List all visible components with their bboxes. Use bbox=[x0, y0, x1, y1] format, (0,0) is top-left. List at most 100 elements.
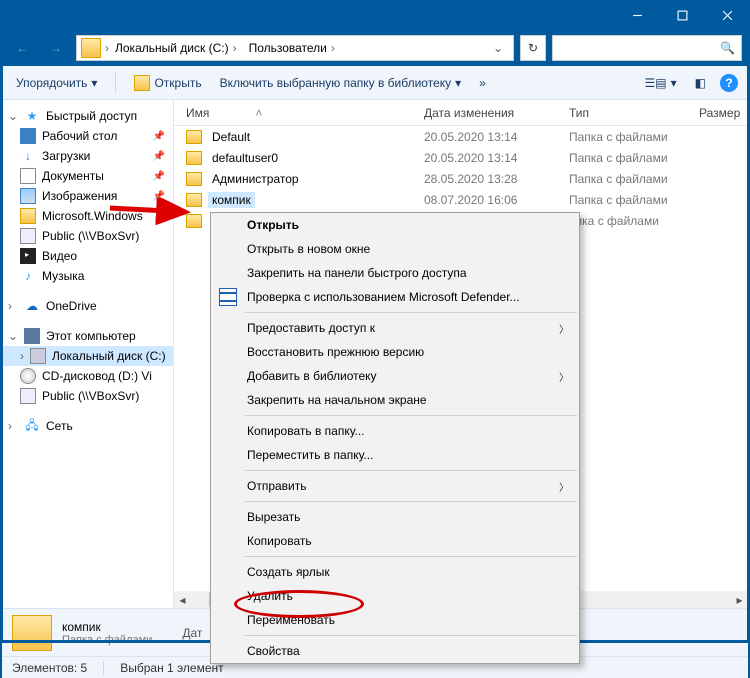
back-button[interactable]: ← bbox=[8, 34, 36, 62]
status-selected-count: Выбран 1 элемент bbox=[120, 661, 223, 675]
sidebar-item-downloads[interactable]: ↓ Загрузки 📌 bbox=[2, 146, 173, 166]
table-row[interactable]: defaultuser0 20.05.2020 13:14 Папка с фа… bbox=[174, 147, 748, 168]
network-folder-icon bbox=[20, 228, 36, 244]
search-input[interactable]: 🔍 bbox=[552, 35, 742, 61]
toolbar-overflow[interactable]: » bbox=[475, 74, 490, 92]
command-toolbar: Упорядочить ▾ Открыть Включить выбранную… bbox=[2, 66, 748, 100]
sidebar-item-music[interactable]: ♪Музыка bbox=[2, 266, 173, 286]
open-button[interactable]: Открыть bbox=[130, 73, 205, 93]
file-type: Папка с файлами bbox=[569, 130, 699, 144]
table-row-selected[interactable]: компик 08.07.2020 16:06 Папка с файлами bbox=[174, 189, 748, 210]
file-name: Администратор bbox=[208, 171, 303, 187]
column-header-name[interactable]: Имя˄ bbox=[174, 106, 424, 120]
ctx-give-access[interactable]: Предоставить доступ к〉 bbox=[211, 316, 579, 340]
help-button[interactable]: ? bbox=[720, 74, 738, 92]
documents-icon bbox=[20, 168, 36, 184]
scroll-left-arrow[interactable]: ◂ bbox=[174, 591, 191, 608]
preview-pane-button[interactable]: ◧ bbox=[691, 74, 710, 92]
ctx-open-new-window[interactable]: Открыть в новом окне bbox=[211, 237, 579, 261]
organize-label: Упорядочить bbox=[16, 76, 87, 90]
column-label: Тип bbox=[569, 106, 589, 120]
refresh-button[interactable]: ↻ bbox=[520, 35, 546, 61]
ctx-restore-previous[interactable]: Восстановить прежнюю версию bbox=[211, 340, 579, 364]
breadcrumb-dropdown[interactable]: ⌄ bbox=[487, 41, 509, 55]
scroll-right-arrow[interactable]: ▸ bbox=[731, 591, 748, 608]
close-button[interactable] bbox=[705, 0, 750, 30]
network-drive-icon bbox=[20, 388, 36, 404]
pictures-icon bbox=[20, 188, 36, 204]
sidebar-label: Локальный диск (C:) bbox=[52, 349, 166, 363]
organize-menu[interactable]: Упорядочить ▾ bbox=[12, 74, 101, 92]
sidebar-item-cd-drive[interactable]: CD-дисковод (D:) Vi bbox=[2, 366, 173, 386]
breadcrumb-segment[interactable]: Локальный диск (C:)› bbox=[109, 36, 243, 60]
chevron-down-icon: ▾ bbox=[91, 76, 97, 90]
chevron-down-icon: ▾ bbox=[455, 76, 461, 90]
breadcrumb-bar[interactable]: › Локальный диск (C:)› Пользователи› ⌄ bbox=[76, 35, 514, 61]
separator bbox=[115, 73, 116, 93]
ctx-rename[interactable]: Переименовать bbox=[211, 608, 579, 632]
cd-icon bbox=[20, 368, 36, 384]
ctx-cut[interactable]: Вырезать bbox=[211, 505, 579, 529]
chevron-right-icon: 〉 bbox=[559, 479, 569, 494]
window-titlebar bbox=[0, 0, 750, 30]
column-header-type[interactable]: Тип bbox=[569, 106, 699, 120]
ctx-add-to-library[interactable]: Добавить в библиотеку 〉 bbox=[211, 364, 579, 388]
details-name: компик bbox=[62, 620, 152, 634]
pin-icon: 📌 bbox=[153, 171, 165, 182]
ctx-label: Открыть в новом окне bbox=[247, 242, 370, 256]
include-library-menu[interactable]: Включить выбранную папку в библиотеку ▾ bbox=[216, 74, 466, 92]
sidebar-label: Изображения bbox=[42, 189, 117, 203]
ctx-label: Добавить в библиотеку bbox=[247, 369, 377, 383]
sidebar-item-videos[interactable]: Видео bbox=[2, 246, 173, 266]
defender-icon bbox=[219, 288, 237, 306]
ctx-pin-quick-access[interactable]: Закрепить на панели быстрого доступа bbox=[211, 261, 579, 285]
sidebar-item-desktop[interactable]: Рабочий стол📌 bbox=[2, 126, 173, 146]
ctx-defender-scan[interactable]: Проверка с использованием Microsoft Defe… bbox=[211, 285, 579, 309]
ctx-open[interactable]: Открыть bbox=[211, 213, 579, 237]
column-header-size[interactable]: Размер bbox=[699, 106, 748, 120]
column-label: Размер bbox=[699, 106, 740, 120]
ctx-move-to-folder[interactable]: Переместить в папку... bbox=[211, 443, 579, 467]
sidebar-item-network-drive[interactable]: Public (\\VBoxSvr) bbox=[2, 386, 173, 406]
view-options-menu[interactable]: ☰▤ ▾ bbox=[641, 74, 681, 92]
downloads-icon: ↓ bbox=[20, 148, 36, 164]
sidebar-label: OneDrive bbox=[46, 299, 97, 313]
breadcrumb-segment[interactable]: Пользователи› bbox=[243, 36, 341, 60]
ctx-label: Проверка с использованием Microsoft Defe… bbox=[247, 290, 520, 304]
annotation-arrow bbox=[108, 198, 198, 228]
ctx-delete[interactable]: Удалить bbox=[211, 584, 579, 608]
maximize-button[interactable] bbox=[660, 0, 705, 30]
chevron-right-icon: › bbox=[233, 41, 237, 55]
sidebar-quick-access[interactable]: ⌄★Быстрый доступ bbox=[2, 106, 173, 126]
sidebar-this-pc[interactable]: ⌄Этот компьютер bbox=[2, 326, 173, 346]
sidebar-item-documents[interactable]: Документы📌 bbox=[2, 166, 173, 186]
table-row[interactable]: Администратор 28.05.2020 13:28 Папка с ф… bbox=[174, 168, 748, 189]
sidebar-network[interactable]: ›🖧Сеть bbox=[2, 416, 173, 436]
chevron-right-icon: 〉 bbox=[559, 369, 569, 384]
ctx-label: Восстановить прежнюю версию bbox=[247, 345, 424, 359]
pin-icon: 📌 bbox=[153, 151, 165, 162]
ctx-pin-to-start[interactable]: Закрепить на начальном экране bbox=[211, 388, 579, 412]
details-type: Папка с файлами bbox=[62, 634, 152, 646]
navigation-bar: ← → › Локальный диск (C:)› Пользователи›… bbox=[0, 30, 750, 66]
context-menu: Открыть Открыть в новом окне Закрепить н… bbox=[210, 212, 580, 664]
forward-button[interactable]: → bbox=[42, 34, 70, 62]
table-row[interactable]: Default 20.05.2020 13:14 Папка с файлами bbox=[174, 126, 748, 147]
minimize-button[interactable] bbox=[615, 0, 660, 30]
sidebar-label: Видео bbox=[42, 249, 77, 263]
ctx-send-to[interactable]: Отправить〉 bbox=[211, 474, 579, 498]
separator bbox=[245, 312, 577, 313]
column-header-date[interactable]: Дата изменения bbox=[424, 106, 569, 120]
sidebar-item-network-folder[interactable]: Public (\\VBoxSvr) bbox=[2, 226, 173, 246]
file-type: Папка с файлами bbox=[569, 172, 699, 186]
sidebar-onedrive[interactable]: ›☁OneDrive bbox=[2, 296, 173, 316]
music-icon: ♪ bbox=[20, 268, 36, 284]
details-date-label: Дат bbox=[182, 626, 202, 640]
ctx-copy-to-folder[interactable]: Копировать в папку... bbox=[211, 419, 579, 443]
ctx-create-shortcut[interactable]: Создать ярлык bbox=[211, 560, 579, 584]
sidebar-item-local-disk[interactable]: ›Локальный диск (C:) bbox=[2, 346, 173, 366]
ctx-copy[interactable]: Копировать bbox=[211, 529, 579, 553]
column-label: Имя bbox=[186, 106, 209, 120]
sidebar-label: Загрузки bbox=[42, 149, 90, 163]
folder-open-icon bbox=[134, 75, 150, 91]
